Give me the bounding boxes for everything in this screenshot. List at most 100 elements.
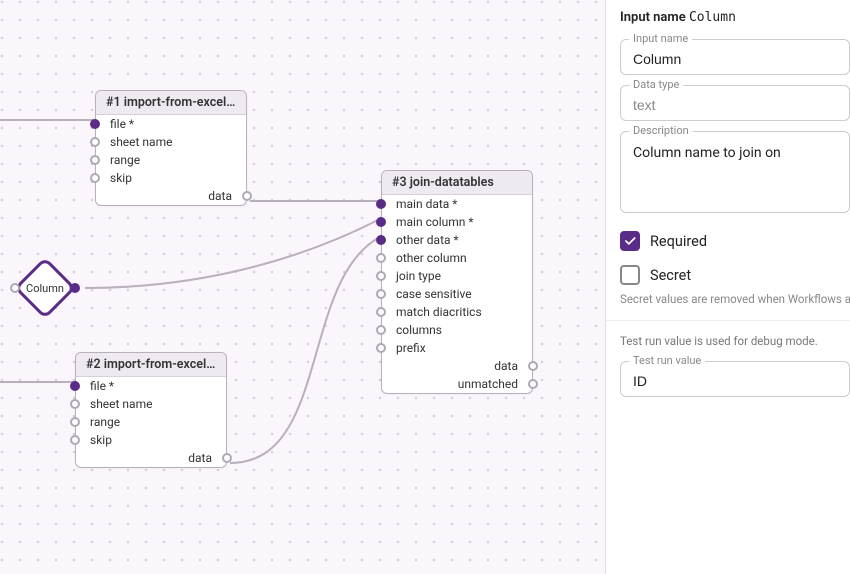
port-label: unmatched — [458, 377, 518, 391]
test-run-hint: Test run value is used for debug mode. — [620, 333, 850, 350]
port-in[interactable]: prefix — [382, 339, 532, 357]
secret-label: Secret — [650, 267, 691, 284]
port-dot[interactable] — [376, 271, 386, 281]
port-dot[interactable] — [528, 379, 538, 389]
port-label: skip — [90, 433, 112, 447]
port-label: file * — [90, 379, 114, 393]
field-legend: Input name — [629, 32, 692, 45]
check-icon — [623, 234, 637, 248]
properties-panel: Input name Column Input name Data type D… — [605, 0, 850, 574]
port-in[interactable]: main column * — [382, 213, 532, 231]
port-dot[interactable] — [70, 435, 80, 445]
field-legend: Test run value — [629, 354, 705, 367]
port-label: match diacritics — [396, 305, 482, 319]
secret-checkbox[interactable] — [620, 265, 640, 285]
node-header: #2 import-from-excel... — [76, 353, 226, 377]
input-port-left[interactable] — [10, 283, 20, 293]
port-dot[interactable] — [222, 453, 232, 463]
port-label: prefix — [396, 341, 426, 355]
port-dot[interactable] — [528, 361, 538, 371]
input-port-right[interactable] — [70, 283, 80, 293]
port-in[interactable]: range — [96, 151, 246, 169]
port-label: sheet name — [110, 135, 172, 149]
port-in[interactable]: other data * — [382, 231, 532, 249]
port-dot[interactable] — [376, 325, 386, 335]
port-in[interactable]: file * — [96, 115, 246, 133]
secret-row: Secret — [620, 265, 850, 285]
field-description[interactable]: Description — [620, 131, 850, 213]
panel-title-value: Column — [689, 10, 736, 25]
required-checkbox[interactable] — [620, 231, 640, 251]
data-type-input[interactable] — [631, 96, 839, 114]
port-label: main data * — [396, 197, 457, 211]
port-label: columns — [396, 323, 442, 337]
port-dot[interactable] — [70, 417, 80, 427]
port-in[interactable]: file * — [76, 377, 226, 395]
port-label: join type — [396, 269, 441, 283]
panel-title-prefix: Input name — [620, 10, 686, 25]
port-out[interactable]: data — [76, 449, 226, 467]
port-label: data — [494, 359, 518, 373]
required-label: Required — [650, 233, 707, 250]
port-dot[interactable] — [242, 191, 252, 201]
port-in[interactable]: main data * — [382, 195, 532, 213]
port-in[interactable]: sheet name — [96, 133, 246, 151]
port-dot[interactable] — [376, 199, 386, 209]
port-label: data — [188, 451, 212, 465]
port-in[interactable]: columns — [382, 321, 532, 339]
port-dot[interactable] — [90, 119, 100, 129]
port-dot[interactable] — [70, 381, 80, 391]
port-label: other column — [396, 251, 467, 265]
node-join[interactable]: #3 join-datatables main data * main colum… — [381, 170, 533, 394]
port-in[interactable]: other column — [382, 249, 532, 267]
node-header: #1 import-from-excel... — [96, 91, 246, 115]
required-row: Required — [620, 231, 850, 251]
input-node-label: Column — [15, 258, 75, 318]
port-dot[interactable] — [376, 217, 386, 227]
node-import-1[interactable]: #1 import-from-excel... file * sheet name… — [95, 90, 247, 206]
panel-title: Input name Column — [620, 10, 850, 25]
description-textarea[interactable] — [631, 142, 839, 202]
field-data-type[interactable]: Data type — [620, 85, 850, 121]
port-dot[interactable] — [376, 253, 386, 263]
port-label: range — [110, 153, 140, 167]
port-dot[interactable] — [90, 155, 100, 165]
port-dot[interactable] — [90, 173, 100, 183]
port-dot[interactable] — [90, 137, 100, 147]
port-label: other data * — [396, 233, 459, 247]
test-run-input[interactable] — [631, 372, 839, 390]
port-label: data — [208, 189, 232, 203]
node-header: #3 join-datatables — [382, 171, 532, 195]
port-out[interactable]: unmatched — [382, 375, 532, 393]
node-import-2[interactable]: #2 import-from-excel... file * sheet name… — [75, 352, 227, 468]
port-label: main column * — [396, 215, 474, 229]
port-dot[interactable] — [376, 289, 386, 299]
port-in[interactable]: match diacritics — [382, 303, 532, 321]
port-in[interactable]: skip — [96, 169, 246, 187]
workflow-canvas[interactable]: Column #1 import-from-excel... file * she… — [0, 0, 605, 574]
secret-hint: Secret values are removed when Workflows… — [620, 291, 850, 308]
panel-divider — [606, 320, 850, 321]
port-dot[interactable] — [376, 307, 386, 317]
port-label: sheet name — [90, 397, 152, 411]
port-label: case sensitive — [396, 287, 472, 301]
port-dot[interactable] — [376, 235, 386, 245]
field-legend: Data type — [629, 78, 683, 91]
input-name-input[interactable] — [631, 50, 839, 68]
field-test-run[interactable]: Test run value — [620, 361, 850, 397]
port-label: file * — [110, 117, 134, 131]
port-out[interactable]: data — [96, 187, 246, 205]
port-label: skip — [110, 171, 132, 185]
port-dot[interactable] — [70, 399, 80, 409]
port-in[interactable]: sheet name — [76, 395, 226, 413]
port-in[interactable]: case sensitive — [382, 285, 532, 303]
port-in[interactable]: join type — [382, 267, 532, 285]
port-out[interactable]: data — [382, 357, 532, 375]
port-in[interactable]: skip — [76, 431, 226, 449]
port-label: range — [90, 415, 120, 429]
input-node-column[interactable]: Column — [15, 258, 75, 318]
port-in[interactable]: range — [76, 413, 226, 431]
port-dot[interactable] — [376, 343, 386, 353]
field-legend: Description — [629, 124, 693, 137]
field-input-name[interactable]: Input name — [620, 39, 850, 75]
